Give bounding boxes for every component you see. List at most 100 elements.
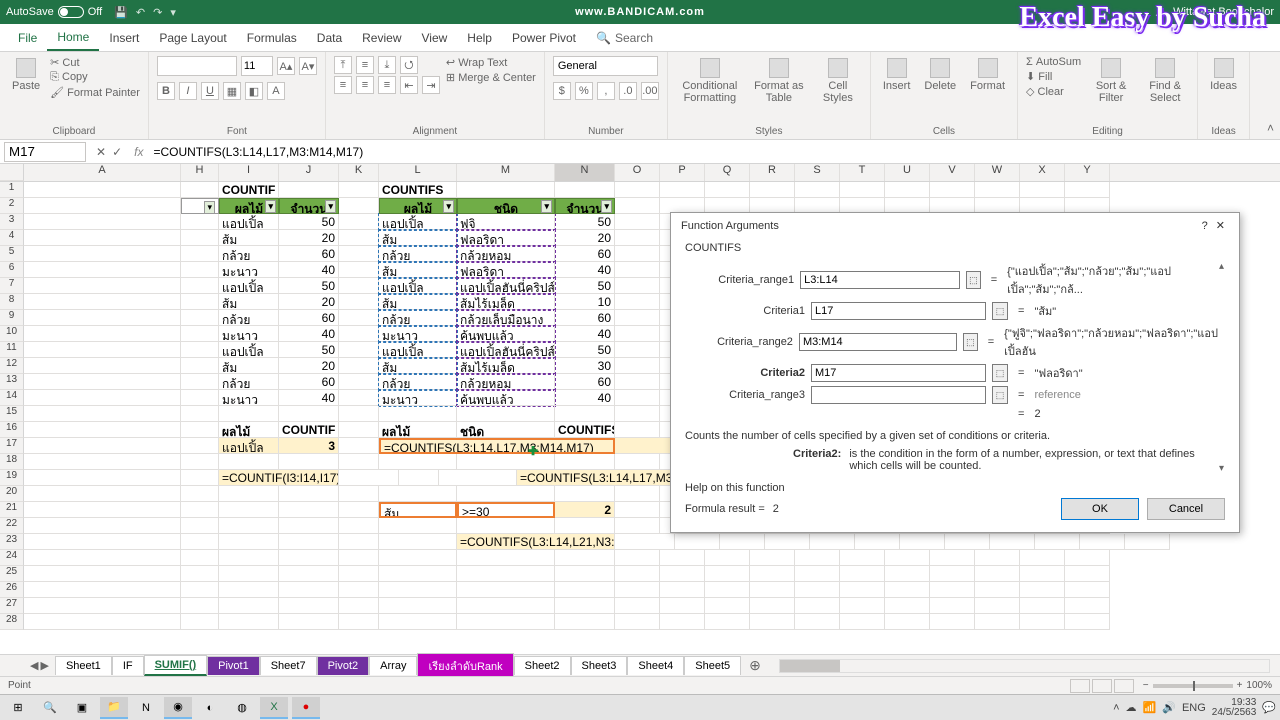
cell[interactable] xyxy=(339,518,379,534)
col-header[interactable]: U xyxy=(885,164,930,181)
chrome-icon[interactable]: ◉ xyxy=(164,697,192,719)
cell[interactable]: แอปเปิ้ล xyxy=(379,342,457,358)
cell[interactable]: จำนวน xyxy=(555,198,615,214)
cell[interactable] xyxy=(555,182,615,198)
clear-button[interactable]: ◇ Clear xyxy=(1026,85,1081,98)
autosave-toggle[interactable]: AutoSave Off xyxy=(6,6,102,18)
bandicam-record-icon[interactable]: ● xyxy=(292,697,320,719)
sheet-tab[interactable]: Pivot1 xyxy=(207,656,260,675)
cell[interactable] xyxy=(181,294,219,310)
cell[interactable]: กล้วย xyxy=(219,310,279,326)
sheet-tab[interactable]: Sheet3 xyxy=(571,656,628,675)
cell[interactable]: แอปเปิ้ล xyxy=(379,278,457,294)
cell[interactable] xyxy=(279,566,339,582)
cell[interactable]: 40 xyxy=(279,262,339,278)
row-header[interactable]: 17 xyxy=(0,438,24,454)
cell[interactable]: ส้ม xyxy=(219,230,279,246)
tab-page-layout[interactable]: Page Layout xyxy=(149,24,236,51)
cell[interactable]: 50 xyxy=(555,278,615,294)
font-name-input[interactable] xyxy=(157,56,237,76)
cell[interactable] xyxy=(181,534,219,550)
wrap-text-button[interactable]: ↩ Wrap Text xyxy=(446,56,536,69)
cell[interactable] xyxy=(339,550,379,566)
cell[interactable] xyxy=(339,614,379,630)
cancel-button[interactable]: Cancel xyxy=(1147,498,1225,520)
cell[interactable]: ส้ม xyxy=(379,262,457,278)
cell[interactable] xyxy=(181,374,219,390)
fx-icon[interactable]: fx xyxy=(128,145,149,159)
col-header[interactable]: I xyxy=(219,164,279,181)
cell[interactable] xyxy=(1020,582,1065,598)
col-header[interactable]: X xyxy=(1020,164,1065,181)
cell[interactable] xyxy=(615,550,660,566)
cell[interactable] xyxy=(457,518,555,534)
cell[interactable] xyxy=(1020,566,1065,582)
cell[interactable]: 40 xyxy=(555,390,615,406)
cell[interactable]: มะนาว xyxy=(379,390,457,406)
cell[interactable]: ส้ม xyxy=(219,358,279,374)
cell[interactable] xyxy=(439,470,517,486)
cell[interactable] xyxy=(1035,534,1080,550)
onedrive-icon[interactable]: ☁ xyxy=(1126,701,1137,714)
cell[interactable] xyxy=(279,534,339,550)
cell[interactable] xyxy=(975,598,1020,614)
cell[interactable]: ส้ม xyxy=(379,502,457,518)
cell[interactable]: ผลไม้ xyxy=(379,422,457,438)
cell[interactable] xyxy=(555,454,615,470)
dialog-scroll[interactable] xyxy=(1219,261,1235,474)
cell[interactable] xyxy=(24,470,181,486)
cell[interactable] xyxy=(555,486,615,502)
cell[interactable] xyxy=(975,582,1020,598)
accounting-format-icon[interactable]: $ xyxy=(553,82,571,100)
cell[interactable] xyxy=(181,230,219,246)
italic-button[interactable]: I xyxy=(179,82,197,100)
sheet-tab[interactable]: Sheet4 xyxy=(627,656,684,675)
cell[interactable]: 20 xyxy=(279,230,339,246)
cell[interactable] xyxy=(181,614,219,630)
cell[interactable] xyxy=(339,454,379,470)
page-layout-view-icon[interactable] xyxy=(1092,679,1112,693)
cell[interactable] xyxy=(457,486,555,502)
cell[interactable] xyxy=(339,566,379,582)
cell[interactable] xyxy=(181,454,219,470)
horizontal-scrollbar[interactable] xyxy=(779,659,1270,673)
cell[interactable] xyxy=(24,246,181,262)
cell[interactable] xyxy=(181,566,219,582)
cell[interactable] xyxy=(705,550,750,566)
format-painter-button[interactable]: 🖌 Format Painter xyxy=(50,86,140,99)
cell[interactable] xyxy=(885,598,930,614)
ok-button[interactable]: OK xyxy=(1061,498,1139,520)
row-header[interactable]: 10 xyxy=(0,326,24,342)
decrease-decimal-icon[interactable]: .00 xyxy=(641,82,659,100)
sheet-tab[interactable]: เรียงลำดับRank xyxy=(417,653,513,678)
cell[interactable]: 50 xyxy=(555,342,615,358)
cell[interactable] xyxy=(379,598,457,614)
tab-view[interactable]: View xyxy=(412,24,458,51)
cell[interactable]: >=30 xyxy=(457,502,555,518)
cell[interactable]: มะนาว xyxy=(219,390,279,406)
cell[interactable] xyxy=(615,342,660,358)
system-tray[interactable]: ˄ ☁ 📶 🔊 ENG 19:3324/5/2563 💬 xyxy=(1113,698,1276,718)
cell[interactable] xyxy=(339,534,379,550)
format-cells-button[interactable]: Format xyxy=(966,56,1009,94)
row-header[interactable]: 7 xyxy=(0,278,24,294)
cell[interactable] xyxy=(24,486,181,502)
cell[interactable] xyxy=(615,214,660,230)
cell[interactable] xyxy=(379,582,457,598)
cell[interactable] xyxy=(181,550,219,566)
cell[interactable] xyxy=(795,550,840,566)
cell[interactable]: 50 xyxy=(555,214,615,230)
cell[interactable]: 20 xyxy=(279,358,339,374)
cell[interactable] xyxy=(660,550,705,566)
cell[interactable] xyxy=(975,182,1020,198)
font-size-input[interactable] xyxy=(241,56,273,76)
cell[interactable] xyxy=(1065,598,1110,614)
cell[interactable] xyxy=(660,614,705,630)
cell[interactable] xyxy=(930,598,975,614)
cell[interactable] xyxy=(750,614,795,630)
cell[interactable] xyxy=(24,422,181,438)
row-header[interactable]: 23 xyxy=(0,534,24,550)
cell[interactable]: ส้มไร้เมล็ด xyxy=(457,294,555,310)
cell[interactable]: 40 xyxy=(555,262,615,278)
cell[interactable] xyxy=(1065,566,1110,582)
